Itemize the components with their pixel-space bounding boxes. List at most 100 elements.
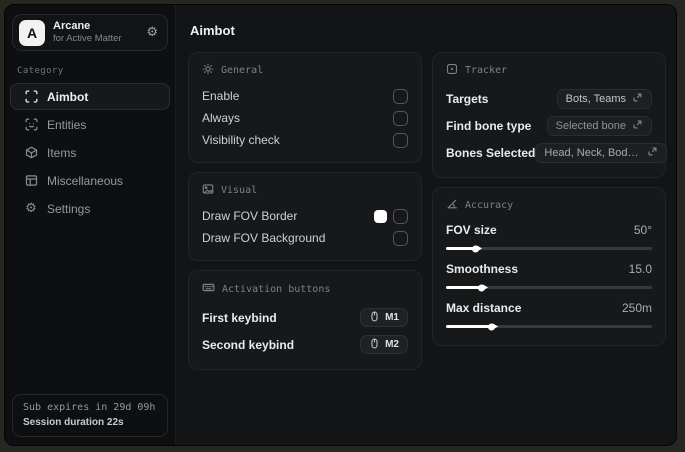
fov-size-slider[interactable] <box>446 245 652 252</box>
gear-icon: ⚙ <box>25 201 37 216</box>
mouse-icon <box>369 338 380 352</box>
sidebar-item-label: Aimbot <box>47 89 89 104</box>
card-title: General <box>221 65 264 76</box>
setting-label: Draw FOV Background <box>202 231 326 245</box>
brand-header: A Arcane for Active Matter ⚙ <box>12 14 168 51</box>
always-checkbox[interactable] <box>393 110 408 126</box>
setting-label: Draw FOV Border <box>202 209 298 223</box>
sidebar-item-label: Miscellaneous <box>47 173 124 188</box>
left-column: General Enable Always Visibility check V… <box>188 52 422 370</box>
setting-row: Targets Bots, Teams <box>446 85 652 112</box>
setting-row: Draw FOV Background <box>202 227 408 249</box>
keyboard-icon <box>202 281 215 297</box>
crosshair-scan-icon <box>24 90 38 104</box>
smoothness-slider[interactable] <box>446 284 652 291</box>
setting-row: Draw FOV Border <box>202 205 408 227</box>
setting-label: Always <box>202 111 241 125</box>
max-distance-setting: Max distance 250m <box>446 298 652 330</box>
app-logo: A <box>19 19 45 46</box>
setting-row: Bones Selected Head, Neck, Body, Pe.. <box>446 139 668 166</box>
layout-icon <box>24 174 38 188</box>
app-name: Arcane <box>53 20 91 32</box>
expand-icon <box>632 92 643 106</box>
app-subtitle: for Active Matter <box>53 33 122 44</box>
slider-value: 15.0 <box>628 262 652 276</box>
find-bone-type-dropdown[interactable]: Selected bone <box>546 115 652 136</box>
sidebar-item-items[interactable]: Items <box>10 139 170 166</box>
dropdown-value: Head, Neck, Body, Pe.. <box>544 146 641 159</box>
fov-border-color-swatch[interactable] <box>374 209 387 223</box>
gear-icon[interactable]: ⚙ <box>146 26 158 39</box>
sidebar: A Arcane for Active Matter ⚙ Category Ai… <box>5 5 176 445</box>
bones-selected-dropdown[interactable]: Head, Neck, Body, Pe.. <box>535 142 668 163</box>
slider-thumb[interactable] <box>478 284 486 291</box>
accuracy-card: Accuracy FOV size 50° Smoothness 15.0 Ma… <box>432 187 666 346</box>
setting-label: First keybind <box>202 310 277 325</box>
draw-fov-background-checkbox[interactable] <box>393 230 408 246</box>
setting-label: Enable <box>202 89 240 103</box>
tracker-target-icon <box>446 63 458 78</box>
sub-expiry-text: Sub expires in 29d 09h <box>23 402 156 413</box>
sidebar-item-label: Entities <box>47 117 87 132</box>
main-panel: Aimbot General Enable Always Visibility … <box>176 5 676 445</box>
max-distance-slider[interactable] <box>446 323 652 330</box>
category-label: Category <box>17 66 64 76</box>
slider-value: 50° <box>633 223 652 237</box>
setting-row: Second keybind M2 <box>202 331 408 358</box>
visibility-check-checkbox[interactable] <box>393 132 408 148</box>
session-duration-text: Session duration 22s <box>23 417 124 428</box>
sidebar-item-aimbot[interactable]: Aimbot <box>10 83 170 110</box>
setting-label: Bones Selected <box>446 145 536 160</box>
setting-row: Find bone type Selected bone <box>446 112 652 139</box>
slider-value: 250m <box>621 301 652 315</box>
setting-label: Visibility check <box>202 133 280 147</box>
expand-icon <box>647 146 658 160</box>
app-window: A Arcane for Active Matter ⚙ Category Ai… <box>4 4 677 446</box>
general-card: General Enable Always Visibility check <box>188 52 422 163</box>
fov-size-setting: FOV size 50° <box>446 220 652 252</box>
expand-icon <box>632 119 643 133</box>
smoothness-setting: Smoothness 15.0 <box>446 259 652 291</box>
tracker-card: Tracker Targets Bots, Teams Find bone ty… <box>432 52 668 178</box>
card-title: Accuracy <box>465 200 514 211</box>
second-keybind-button[interactable]: M2 <box>360 335 408 354</box>
setting-label: FOV size <box>446 223 497 237</box>
angle-icon <box>446 198 458 213</box>
slider-thumb[interactable] <box>471 245 479 252</box>
enable-checkbox[interactable] <box>393 88 408 104</box>
setting-row: Enable <box>202 85 408 107</box>
draw-fov-border-checkbox[interactable] <box>393 208 408 224</box>
setting-row: First keybind M1 <box>202 304 408 331</box>
sidebar-nav: Aimbot Entities Items Miscellaneous ⚙ Se… <box>5 83 175 223</box>
brand-text: Arcane for Active Matter <box>53 20 122 45</box>
page-title: Aimbot <box>190 23 235 38</box>
sidebar-item-label: Settings <box>47 201 91 216</box>
sidebar-item-entities[interactable]: Entities <box>10 111 170 138</box>
setting-label: Find bone type <box>446 118 532 133</box>
sidebar-item-label: Items <box>47 145 77 160</box>
targets-dropdown[interactable]: Bots, Teams <box>556 88 652 109</box>
right-column: Tracker Targets Bots, Teams Find bone ty… <box>432 52 668 346</box>
entity-scan-icon <box>24 118 38 132</box>
dropdown-value: Bots, Teams <box>565 92 626 105</box>
activation-card: Activation buttons First keybind M1 Seco… <box>188 270 422 370</box>
mouse-icon <box>369 311 380 325</box>
setting-label: Targets <box>446 91 489 106</box>
card-title: Tracker <box>465 65 508 76</box>
card-title: Activation buttons <box>222 283 331 295</box>
visual-card: Visual Draw FOV Border Draw FOV Backgrou… <box>188 172 422 261</box>
first-keybind-button[interactable]: M1 <box>360 308 408 327</box>
cube-icon <box>24 146 38 160</box>
sidebar-item-miscellaneous[interactable]: Miscellaneous <box>10 167 170 194</box>
keybind-value: M2 <box>385 339 399 350</box>
slider-thumb[interactable] <box>488 323 496 330</box>
subscription-info: Sub expires in 29d 09h Session duration … <box>12 394 168 437</box>
card-title: Visual <box>221 185 258 196</box>
keybind-value: M1 <box>385 312 399 323</box>
image-icon <box>202 183 214 198</box>
setting-row: Always <box>202 107 408 129</box>
setting-label: Smoothness <box>446 262 519 276</box>
sidebar-item-settings[interactable]: ⚙ Settings <box>10 195 170 222</box>
sun-settings-icon <box>202 63 214 78</box>
dropdown-value: Selected bone <box>555 119 626 132</box>
